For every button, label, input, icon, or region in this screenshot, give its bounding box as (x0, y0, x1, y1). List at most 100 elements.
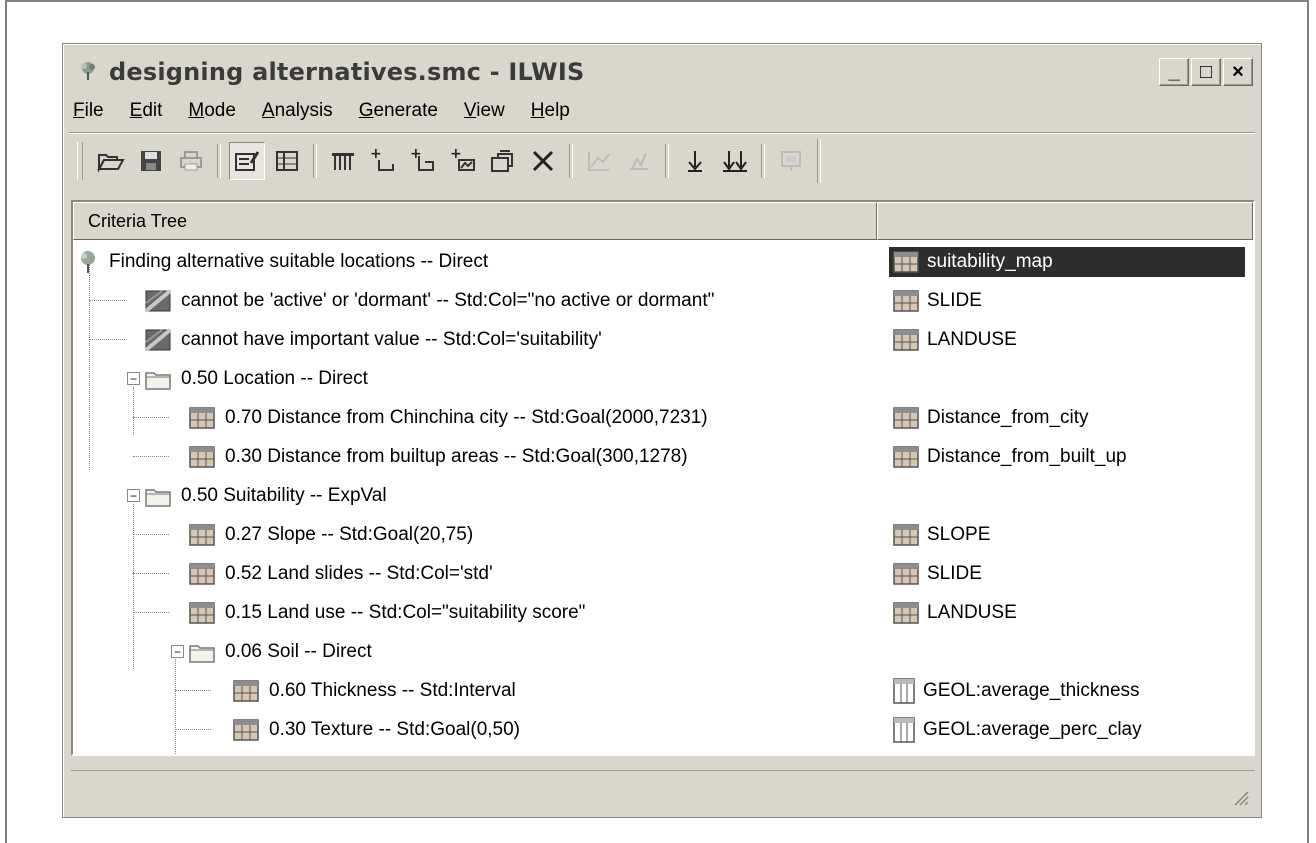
input-map-cell[interactable]: GEOL:average_thickness (893, 676, 1140, 706)
collapse-toggle-icon[interactable]: − (127, 489, 140, 502)
input-map-cell[interactable]: GEOL:average_permeability (893, 754, 1163, 756)
collapse-toggle-icon[interactable]: − (171, 645, 184, 658)
generate-all-button[interactable] (717, 142, 753, 180)
menu-view[interactable]: View (462, 96, 507, 130)
tree-row[interactable]: cannot have important value -- Std:Col='… (73, 320, 1253, 359)
generate-selected-button[interactable] (677, 142, 713, 180)
insert-factor-icon: + (410, 148, 434, 171)
input-map-cell[interactable]: GEOL:average_perc_clay (893, 715, 1142, 745)
tree-row[interactable]: 0.30 Distance from builtup areas -- Std:… (73, 437, 1253, 476)
tree-node-name[interactable]: cannot have important value -- Std:Col='… (145, 325, 602, 355)
factor-icon (189, 446, 215, 468)
edit-mode-button[interactable] (229, 142, 265, 180)
criteria-tree-column-header[interactable]: Criteria Tree (73, 202, 877, 240)
tree-node-label: 0.27 Slope -- Std:Goal(20,75) (225, 524, 474, 545)
save-button[interactable] (133, 142, 169, 180)
tree-node-name[interactable]: 0.50 Suitability -- ExpVal (145, 481, 387, 511)
insert-group-button[interactable] (325, 142, 361, 180)
input-map-label: LANDUSE (927, 602, 1017, 623)
tree-row[interactable]: 0.52 Land slides -- Std:Col='std' SLIDE (73, 554, 1253, 593)
tree-node-label: 0.30 Texture -- Std:Goal(0,50) (269, 719, 520, 740)
map-column-header[interactable] (877, 202, 1253, 240)
insert-group-icon (332, 153, 354, 170)
menu-generate[interactable]: Generate (357, 96, 440, 130)
maximize-button[interactable]: □ (1191, 58, 1221, 86)
generate-all-icon (723, 151, 747, 172)
tree-row[interactable]: − 0.50 Suitability -- ExpVal (73, 476, 1253, 515)
save-icon (141, 151, 161, 171)
tree-row[interactable]: 0.15 Land use -- Std:Col="suitability sc… (73, 593, 1253, 632)
minimize-button[interactable]: _ (1159, 58, 1189, 86)
tree-row[interactable]: 0.60 Thickness -- Std:Interval GEOL:avera… (73, 671, 1253, 710)
tree-row[interactable]: 0.27 Slope -- Std:Goal(20,75) SLOPE (73, 515, 1253, 554)
toolbar-end (817, 139, 821, 183)
tree-node-name[interactable]: 0.30 Distance from builtup areas -- Std:… (189, 442, 688, 472)
tree-node-label: 0.30 Distance from builtup areas -- Std:… (225, 446, 688, 467)
tree-node-name[interactable]: 0.30 Texture -- Std:Goal(0,50) (233, 715, 520, 745)
tree-node-name[interactable]: 0.52 Land slides -- Std:Col='std' (189, 559, 493, 589)
tree-node-name[interactable]: 0.06 Soil -- Direct (189, 637, 372, 667)
tree-row[interactable]: 0.70 Distance from Chinchina city -- Std… (73, 398, 1253, 437)
menu-mode[interactable]: Mode (186, 96, 238, 130)
close-button[interactable]: × (1223, 58, 1253, 86)
collapse-toggle-icon[interactable]: − (127, 372, 140, 385)
standardize-button[interactable] (621, 142, 657, 180)
table-column-icon (893, 678, 915, 704)
tree-node-name[interactable]: 0.15 Land use -- Std:Col="suitability sc… (189, 598, 585, 628)
tree-row[interactable]: Finding alternative suitable locations -… (73, 242, 1253, 281)
raster-map-icon (893, 602, 919, 624)
tree-node-name[interactable]: Finding alternative suitable locations -… (77, 247, 488, 277)
resize-grip-icon[interactable] (1231, 788, 1249, 806)
tree-row[interactable]: 0.10 Permeability -- Std:Goal(0.05,3.5) G… (73, 749, 1253, 756)
open-button[interactable] (93, 142, 129, 180)
input-map-cell[interactable]: SLOPE (893, 520, 990, 550)
tree-row[interactable]: 0.30 Texture -- Std:Goal(0,50) GEOL:avera… (73, 710, 1253, 749)
tree-row[interactable]: − 0.50 Location -- Direct (73, 359, 1253, 398)
constraint-icon (145, 289, 171, 313)
tree-node-label: cannot have important value -- Std:Col='… (181, 329, 602, 350)
tree-node-name[interactable]: 0.10 Permeability -- Std:Goal(0.05,3.5) (233, 754, 594, 756)
toolbar: + + + (77, 138, 821, 184)
tree-node-name[interactable]: 0.70 Distance from Chinchina city -- Std… (189, 403, 708, 433)
insert-factor-button[interactable]: + (405, 142, 441, 180)
input-map-cell[interactable]: SLIDE (893, 286, 982, 316)
menu-analysis[interactable]: Analysis (260, 96, 335, 130)
tree-node-name[interactable]: cannot be 'active' or 'dormant' -- Std:C… (145, 286, 714, 316)
goal-icon (77, 250, 99, 274)
properties-button[interactable] (485, 142, 521, 180)
maximize-icon: □ (1199, 60, 1213, 83)
tree-node-name[interactable]: 0.27 Slope -- Std:Goal(20,75) (189, 520, 473, 550)
toolbar-separator (665, 144, 669, 178)
toolbar-grip[interactable] (77, 142, 83, 180)
insert-score-button[interactable]: + (445, 142, 481, 180)
delete-button[interactable] (525, 142, 561, 180)
menu-file[interactable]: File (71, 96, 106, 130)
tree-row[interactable]: − 0.06 Soil -- Direct (73, 632, 1253, 671)
minimize-icon: _ (1168, 60, 1180, 83)
menu-edit[interactable]: Edit (128, 96, 165, 130)
toolbar-separator (761, 144, 765, 178)
tree-node-name[interactable]: 0.60 Thickness -- Std:Interval (233, 676, 516, 706)
insert-constraint-button[interactable]: + (365, 142, 401, 180)
input-map-cell[interactable]: suitability_map (889, 247, 1245, 277)
menu-help[interactable]: Help (529, 96, 572, 130)
weigh-button[interactable] (581, 142, 617, 180)
input-map-cell[interactable]: LANDUSE (893, 325, 1017, 355)
tree-row[interactable]: cannot be 'active' or 'dormant' -- Std:C… (73, 281, 1253, 320)
input-map-cell[interactable]: Distance_from_city (893, 403, 1089, 433)
criteria-tree-panel[interactable]: Criteria Tree Finding alternative suitab… (71, 200, 1255, 756)
show-button[interactable] (773, 142, 809, 180)
folder-icon (145, 368, 171, 390)
input-map-cell[interactable]: LANDUSE (893, 598, 1017, 628)
tree-node-name[interactable]: 0.50 Location -- Direct (145, 364, 368, 394)
print-button[interactable] (173, 142, 209, 180)
folder-icon (189, 641, 215, 663)
title-bar[interactable]: designing alternatives.smc - ILWIS _ □ × (67, 48, 1257, 94)
input-map-cell[interactable]: Distance_from_built_up (893, 442, 1127, 472)
factor-icon (189, 602, 215, 624)
tree-header: Criteria Tree (73, 202, 1253, 240)
input-map-label: GEOL:average_thickness (923, 680, 1140, 701)
delete-icon (532, 150, 554, 172)
input-map-cell[interactable]: SLIDE (893, 559, 982, 589)
analysis-mode-button[interactable] (269, 142, 305, 180)
